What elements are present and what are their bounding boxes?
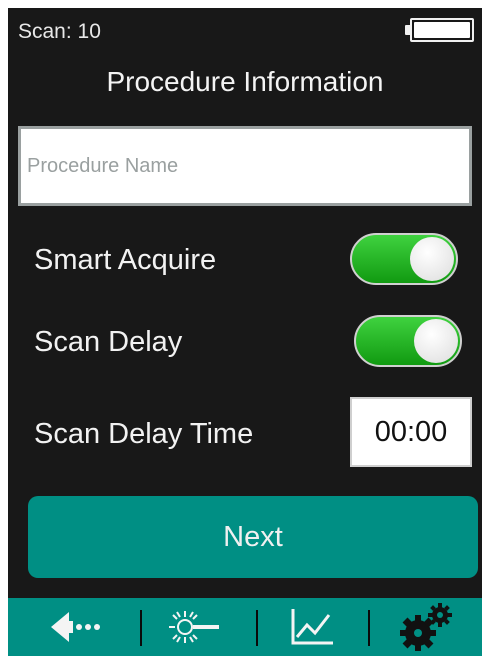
nav-settings-button[interactable]	[376, 598, 476, 656]
next-button[interactable]: Next	[28, 496, 478, 578]
battery-icon	[405, 18, 474, 42]
page-title: Procedure Information	[106, 66, 384, 97]
battery-tip	[405, 25, 410, 35]
scan-delay-label: Scan Delay	[34, 326, 183, 358]
gears-icon	[400, 603, 452, 651]
nav-laser-button[interactable]	[144, 598, 244, 656]
nav-separator	[140, 610, 142, 646]
smart-acquire-toggle[interactable]	[350, 233, 458, 285]
scan-delay-time-field[interactable]: 00:00	[350, 397, 472, 467]
bottom-nav-bar	[8, 598, 482, 656]
toggle-knob	[414, 319, 458, 363]
scan-delay-time-label: Scan Delay Time	[34, 418, 254, 450]
nav-separator	[256, 610, 258, 646]
toggle-knob	[410, 237, 454, 281]
scan-count: Scan: 10	[18, 20, 101, 43]
procedure-name-input[interactable]	[18, 126, 472, 206]
battery-fill	[414, 22, 470, 38]
nav-separator	[368, 610, 370, 646]
nav-chart-button[interactable]	[262, 598, 362, 656]
back-arrow-icon	[51, 612, 100, 642]
smart-acquire-label: Smart Acquire	[34, 244, 217, 276]
nav-back-button[interactable]	[30, 598, 130, 656]
laser-icon	[169, 611, 219, 643]
line-chart-icon	[291, 609, 333, 645]
device-screen: Scan: 10 Procedure Information Smart Acq…	[8, 8, 482, 656]
scan-delay-toggle[interactable]	[354, 315, 462, 367]
